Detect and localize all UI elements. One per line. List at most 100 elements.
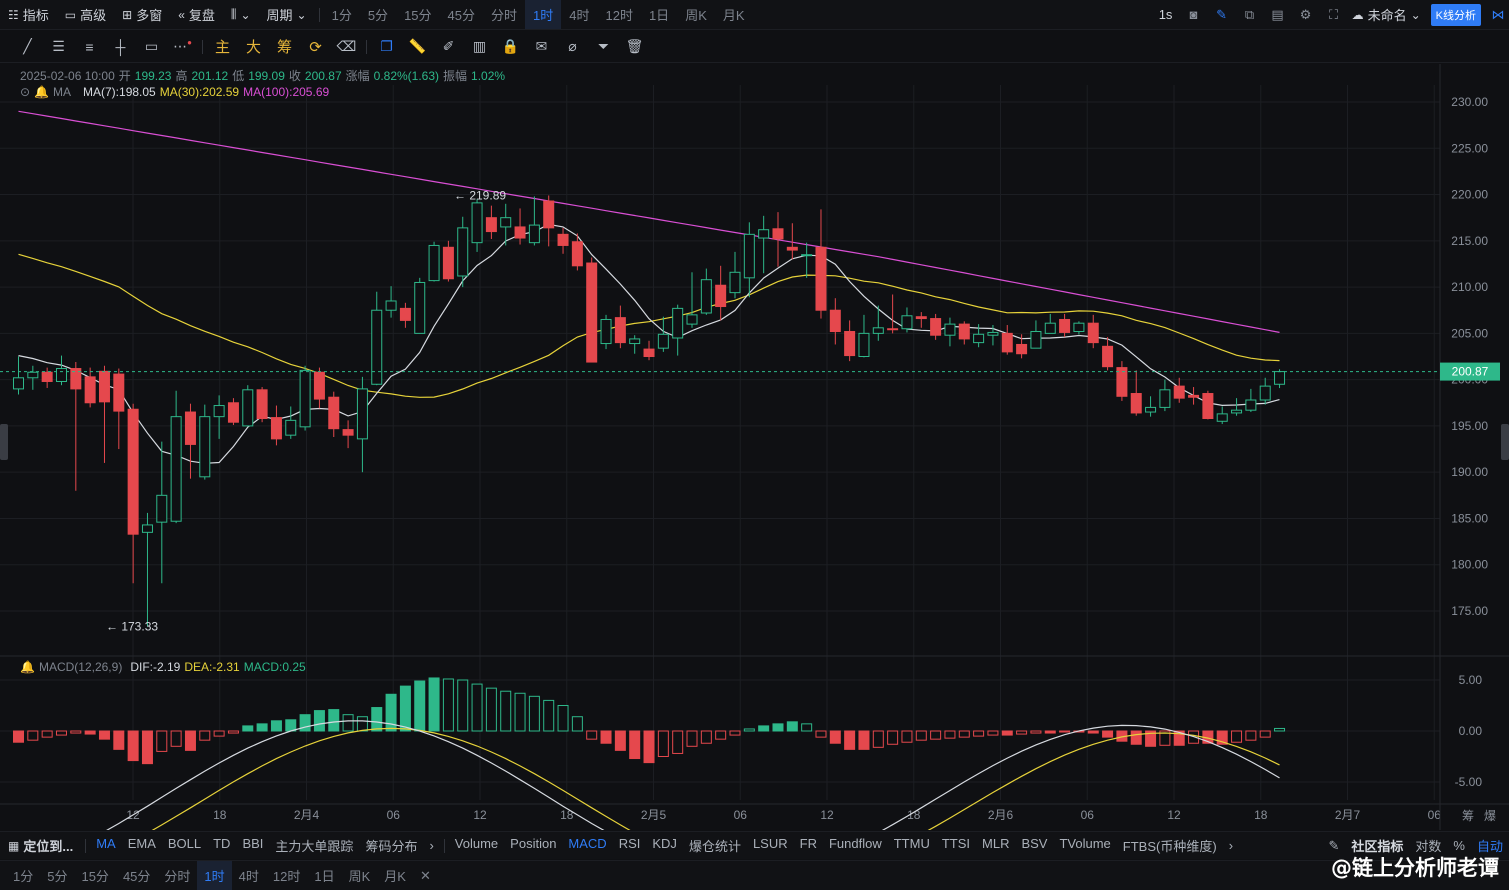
- trash-icon[interactable]: 🗑: [619, 38, 650, 55]
- main-indicator-6[interactable]: 筹码分布: [359, 836, 423, 855]
- sub-indicator-2[interactable]: MACD: [562, 836, 612, 855]
- sub-indicator-9[interactable]: TTMU: [888, 836, 936, 855]
- bottom-period-8[interactable]: 1日: [307, 861, 341, 890]
- bottom-period-1[interactable]: 5分: [40, 861, 74, 890]
- pen-icon[interactable]: ✎: [1208, 7, 1236, 23]
- candle-body: [1188, 394, 1200, 398]
- chevron-right-icon[interactable]: ›: [423, 838, 439, 853]
- replay-button[interactable]: «复盘: [170, 0, 223, 29]
- main-force-tool[interactable]: 主: [207, 36, 238, 57]
- rectangle-icon[interactable]: ▭: [136, 38, 167, 55]
- lock-icon[interactable]: 🔒: [495, 38, 526, 55]
- bottom-period-2[interactable]: 15分: [74, 861, 115, 890]
- top-period-10[interactable]: 月K: [715, 0, 753, 29]
- filter-icon[interactable]: ⏷: [588, 38, 619, 55]
- clear-drawings-icon[interactable]: ⌫: [331, 38, 362, 55]
- main-indicator-1[interactable]: EMA: [122, 836, 162, 855]
- percent-scale-toggle[interactable]: %: [1447, 838, 1471, 853]
- sub-indicator-0[interactable]: Volume: [449, 836, 504, 855]
- brush-icon[interactable]: ✐: [433, 38, 464, 55]
- top-period-3[interactable]: 45分: [440, 0, 483, 29]
- big-order-tool[interactable]: 大: [238, 36, 269, 57]
- sub-indicator-4[interactable]: KDJ: [646, 836, 683, 855]
- parallel-lines-icon[interactable]: ☰: [43, 38, 74, 55]
- top-period-9[interactable]: 周K: [677, 0, 715, 29]
- bottom-period-3[interactable]: 45分: [116, 861, 157, 890]
- interval-label[interactable]: 1s: [1152, 7, 1180, 22]
- horizontal-lines-icon[interactable]: ≡: [74, 39, 105, 55]
- ruler-icon[interactable]: 📏: [402, 38, 433, 55]
- bottom-period-5[interactable]: 1时: [197, 861, 232, 890]
- template-icon[interactable]: ▤: [1264, 7, 1292, 23]
- chip-tool[interactable]: 筹: [269, 36, 300, 57]
- bottom-period-4[interactable]: 分时: [157, 861, 197, 890]
- top-period-7[interactable]: 12时: [597, 0, 640, 29]
- sync-icon[interactable]: ⟳: [300, 38, 331, 56]
- more-tools-icon[interactable]: ⋯●: [167, 38, 198, 55]
- close-icon[interactable]: ✕: [413, 861, 438, 890]
- kline-chart[interactable]: 230.00 225.00 220.00 215.00 210.00 205.00 200.…: [0, 64, 1509, 830]
- period-dropdown[interactable]: 周期 ⌄: [259, 0, 315, 29]
- sub-indicator-1[interactable]: Position: [504, 836, 562, 855]
- sub-indicator-11[interactable]: MLR: [976, 836, 1015, 855]
- settings-icon[interactable]: ⚙: [1292, 7, 1320, 23]
- kline-analysis-button[interactable]: K线分析: [1430, 3, 1481, 26]
- chevron-right-icon[interactable]: ›: [1223, 838, 1239, 853]
- top-period-8[interactable]: 1日: [641, 0, 677, 29]
- bottom-period-0[interactable]: 1分: [6, 861, 40, 890]
- locate-button[interactable]: ▦ 定位到...: [0, 832, 81, 859]
- sub-indicator-14[interactable]: FTBS(币种维度): [1117, 836, 1223, 855]
- top-period-0[interactable]: 1分: [324, 0, 360, 29]
- main-indicator-3[interactable]: TD: [207, 836, 236, 855]
- main-indicator-5[interactable]: 主力大单跟踪: [269, 836, 359, 855]
- share-icon[interactable]: ⋈: [1487, 7, 1509, 23]
- sub-indicator-6[interactable]: LSUR: [747, 836, 794, 855]
- copy-icon[interactable]: ❐: [371, 38, 402, 55]
- popout-icon[interactable]: ⧉: [1236, 7, 1264, 23]
- multiwindow-button[interactable]: ⊞ 多窗: [114, 0, 170, 29]
- top-period-1[interactable]: 5分: [360, 0, 396, 29]
- candle-body: [356, 388, 368, 440]
- top-period-4[interactable]: 分时: [483, 0, 525, 29]
- right-collapse-handle[interactable]: [1501, 424, 1509, 460]
- bottom-period-6[interactable]: 4时: [232, 861, 266, 890]
- trendline-icon[interactable]: ╱: [12, 38, 43, 55]
- bell-icon[interactable]: 🔔: [34, 85, 49, 99]
- main-indicator-4[interactable]: BBI: [236, 836, 269, 855]
- main-indicator-2[interactable]: BOLL: [162, 836, 207, 855]
- bars-pattern-icon[interactable]: ▥: [464, 38, 495, 55]
- top-period-5[interactable]: 1时: [525, 0, 562, 29]
- candle: [27, 365, 39, 390]
- sub-indicator-12[interactable]: BSV: [1015, 836, 1053, 855]
- candle-body: [600, 318, 612, 345]
- sub-indicator-8[interactable]: Fundflow: [823, 836, 888, 855]
- time-tick: 06: [734, 808, 748, 822]
- top-period-6[interactable]: 4时: [561, 0, 597, 29]
- top-period-2[interactable]: 15分: [396, 0, 439, 29]
- crosshair-line-icon[interactable]: ┼: [105, 39, 136, 55]
- note-icon[interactable]: ✉: [526, 38, 557, 55]
- macd-tick: -5.00: [1455, 775, 1483, 789]
- candle-type-button[interactable]: ⫼ ⌄: [223, 0, 259, 29]
- collapse-icon[interactable]: ⊙: [20, 85, 30, 99]
- candle: [758, 215, 770, 274]
- sub-indicator-7[interactable]: FR: [794, 836, 823, 855]
- magnet-icon[interactable]: ⌀: [557, 38, 588, 55]
- bottom-period-10[interactable]: 月K: [377, 861, 413, 890]
- sub-indicator-13[interactable]: TVolume: [1053, 836, 1116, 855]
- fullscreen-icon[interactable]: ⛶: [1320, 7, 1348, 23]
- left-collapse-handle[interactable]: [0, 424, 8, 460]
- sub-indicator-5[interactable]: 爆仓统计: [683, 836, 747, 855]
- main-indicator-0[interactable]: MA: [90, 836, 122, 855]
- sub-indicator-3[interactable]: RSI: [613, 836, 647, 855]
- bell-icon[interactable]: 🔔: [20, 660, 35, 674]
- candle-body: [270, 417, 282, 440]
- bottom-period-7[interactable]: 12时: [266, 861, 307, 890]
- bottom-period-9[interactable]: 周K: [342, 861, 378, 890]
- low-marker: ← 173.33: [106, 619, 158, 633]
- layout-name-dropdown[interactable]: ☁ 未命名 ⌄: [1348, 0, 1425, 29]
- indicator-button[interactable]: ☷ 指标: [0, 0, 57, 29]
- camera-icon[interactable]: ◙: [1180, 7, 1208, 22]
- advanced-button[interactable]: ▭ 高级: [57, 0, 114, 29]
- sub-indicator-10[interactable]: TTSI: [936, 836, 976, 855]
